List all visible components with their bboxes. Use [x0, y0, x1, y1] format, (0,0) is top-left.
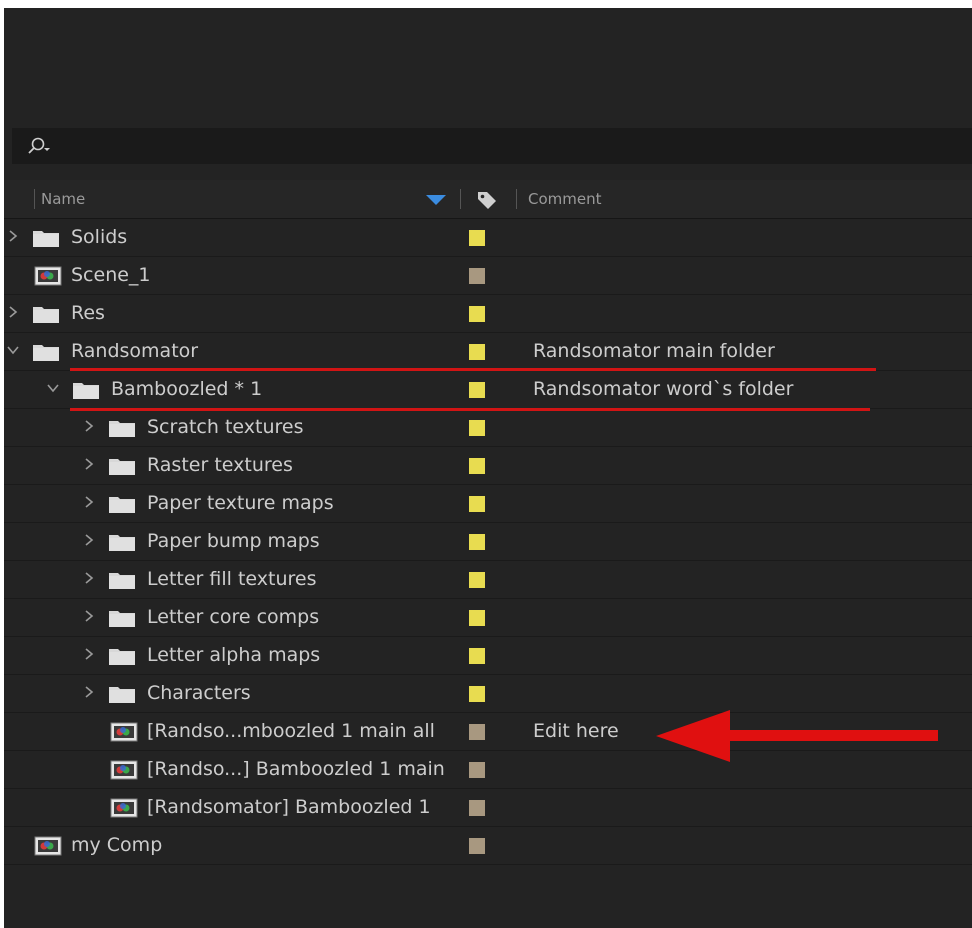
item-comment[interactable]: Edit here — [533, 720, 619, 742]
item-name: Characters — [147, 682, 251, 704]
folder-icon — [108, 532, 136, 552]
folder-icon — [108, 570, 136, 590]
label-color-swatch[interactable] — [469, 382, 485, 398]
item-name: Letter core comps — [147, 606, 320, 628]
label-color-swatch[interactable] — [469, 724, 485, 740]
label-color-swatch[interactable] — [469, 610, 485, 626]
chevron-right-icon[interactable] — [82, 569, 96, 587]
label-tag-icon[interactable] — [476, 190, 498, 210]
project-panel: Name Comment Solids Scene_1 Res Randsomator… — [0, 0, 972, 928]
chevron-down-icon[interactable] — [46, 379, 60, 397]
item-name: Letter alpha maps — [147, 644, 321, 666]
item-name: Res — [71, 302, 105, 324]
item-comment[interactable]: Randsomator main folder — [533, 340, 775, 362]
item-name: Scratch textures — [147, 416, 304, 438]
label-color-swatch[interactable] — [469, 230, 485, 246]
chevron-right-icon[interactable] — [82, 607, 96, 625]
header-separator — [516, 189, 517, 209]
item-name: [Randso...] Bamboozled 1 main — [147, 758, 445, 780]
folder-icon — [108, 608, 136, 628]
folder-row[interactable]: Paper bump maps — [4, 523, 972, 561]
label-color-swatch[interactable] — [469, 344, 485, 360]
folder-icon — [108, 494, 136, 514]
composition-icon — [110, 722, 138, 742]
chevron-right-icon[interactable] — [82, 455, 96, 473]
label-color-swatch[interactable] — [469, 534, 485, 550]
comment-column-header[interactable]: Comment — [528, 190, 602, 208]
folder-icon — [108, 456, 136, 476]
composition-row[interactable]: Scene_1 — [4, 257, 972, 295]
annotation-underline — [70, 368, 876, 371]
label-color-swatch[interactable] — [469, 420, 485, 436]
folder-icon — [108, 418, 136, 438]
item-name: [Randso...mboozled 1 main all — [147, 720, 435, 742]
folder-row[interactable]: Raster textures — [4, 447, 972, 485]
composition-icon — [110, 798, 138, 818]
folder-row[interactable]: Paper texture maps — [4, 485, 972, 523]
chevron-right-icon[interactable] — [6, 227, 20, 245]
item-name: Solids — [71, 226, 128, 248]
item-name: my Comp — [71, 834, 163, 856]
label-color-swatch[interactable] — [469, 762, 485, 778]
composition-icon — [110, 760, 138, 780]
folder-row[interactable]: Scratch textures — [4, 409, 972, 447]
label-color-swatch[interactable] — [469, 838, 485, 854]
chevron-right-icon[interactable] — [82, 493, 96, 511]
item-comment[interactable]: Randsomator word`s folder — [533, 378, 793, 400]
item-name: Randsomator — [71, 340, 199, 362]
composition-row[interactable]: my Comp — [4, 827, 972, 865]
folder-row[interactable]: Bamboozled * 1 Randsomator word`s folder — [4, 371, 972, 409]
folder-row[interactable]: Letter alpha maps — [4, 637, 972, 675]
chevron-right-icon[interactable] — [82, 645, 96, 663]
label-color-swatch[interactable] — [469, 458, 485, 474]
item-name: [Randsomator] Bamboozled 1 — [147, 796, 431, 818]
top-edge — [0, 0, 972, 8]
folder-row[interactable]: Res — [4, 295, 972, 333]
label-color-swatch[interactable] — [469, 800, 485, 816]
item-name: Bamboozled * 1 — [111, 378, 263, 400]
header-separator — [34, 189, 35, 209]
folder-row[interactable]: Solids — [4, 219, 972, 257]
chevron-right-icon[interactable] — [82, 683, 96, 701]
annotation-arrow-icon — [656, 710, 938, 762]
folder-icon — [72, 380, 100, 400]
column-header: Name Comment — [4, 180, 972, 219]
composition-icon — [34, 266, 62, 286]
label-color-swatch[interactable] — [469, 496, 485, 512]
chevron-right-icon[interactable] — [6, 303, 20, 321]
annotation-underline — [70, 408, 870, 411]
item-name: Raster textures — [147, 454, 293, 476]
folder-icon — [32, 304, 60, 324]
folder-icon — [108, 684, 136, 704]
composition-icon — [34, 836, 62, 856]
label-color-swatch[interactable] — [469, 686, 485, 702]
label-color-swatch[interactable] — [469, 268, 485, 284]
folder-row[interactable]: Randsomator Randsomator main folder — [4, 333, 972, 371]
chevron-down-icon[interactable] — [6, 341, 20, 359]
chevron-right-icon[interactable] — [82, 531, 96, 549]
item-name: Paper texture maps — [147, 492, 334, 514]
folder-row[interactable]: Letter fill textures — [4, 561, 972, 599]
folder-icon — [108, 646, 136, 666]
composition-row[interactable]: [Randsomator] Bamboozled 1 — [4, 789, 972, 827]
search-input[interactable] — [12, 128, 972, 164]
search-icon[interactable] — [26, 136, 52, 156]
folder-icon — [32, 228, 60, 248]
label-color-swatch[interactable] — [469, 306, 485, 322]
sort-descending-icon[interactable] — [426, 195, 446, 205]
folder-row[interactable]: Letter core comps — [4, 599, 972, 637]
chevron-right-icon[interactable] — [82, 417, 96, 435]
item-name: Paper bump maps — [147, 530, 320, 552]
header-separator — [460, 189, 461, 209]
name-column-header[interactable]: Name — [41, 190, 85, 208]
label-color-swatch[interactable] — [469, 648, 485, 664]
label-color-swatch[interactable] — [469, 572, 485, 588]
item-name: Letter fill textures — [147, 568, 317, 590]
folder-icon — [32, 342, 60, 362]
item-name: Scene_1 — [71, 264, 151, 286]
